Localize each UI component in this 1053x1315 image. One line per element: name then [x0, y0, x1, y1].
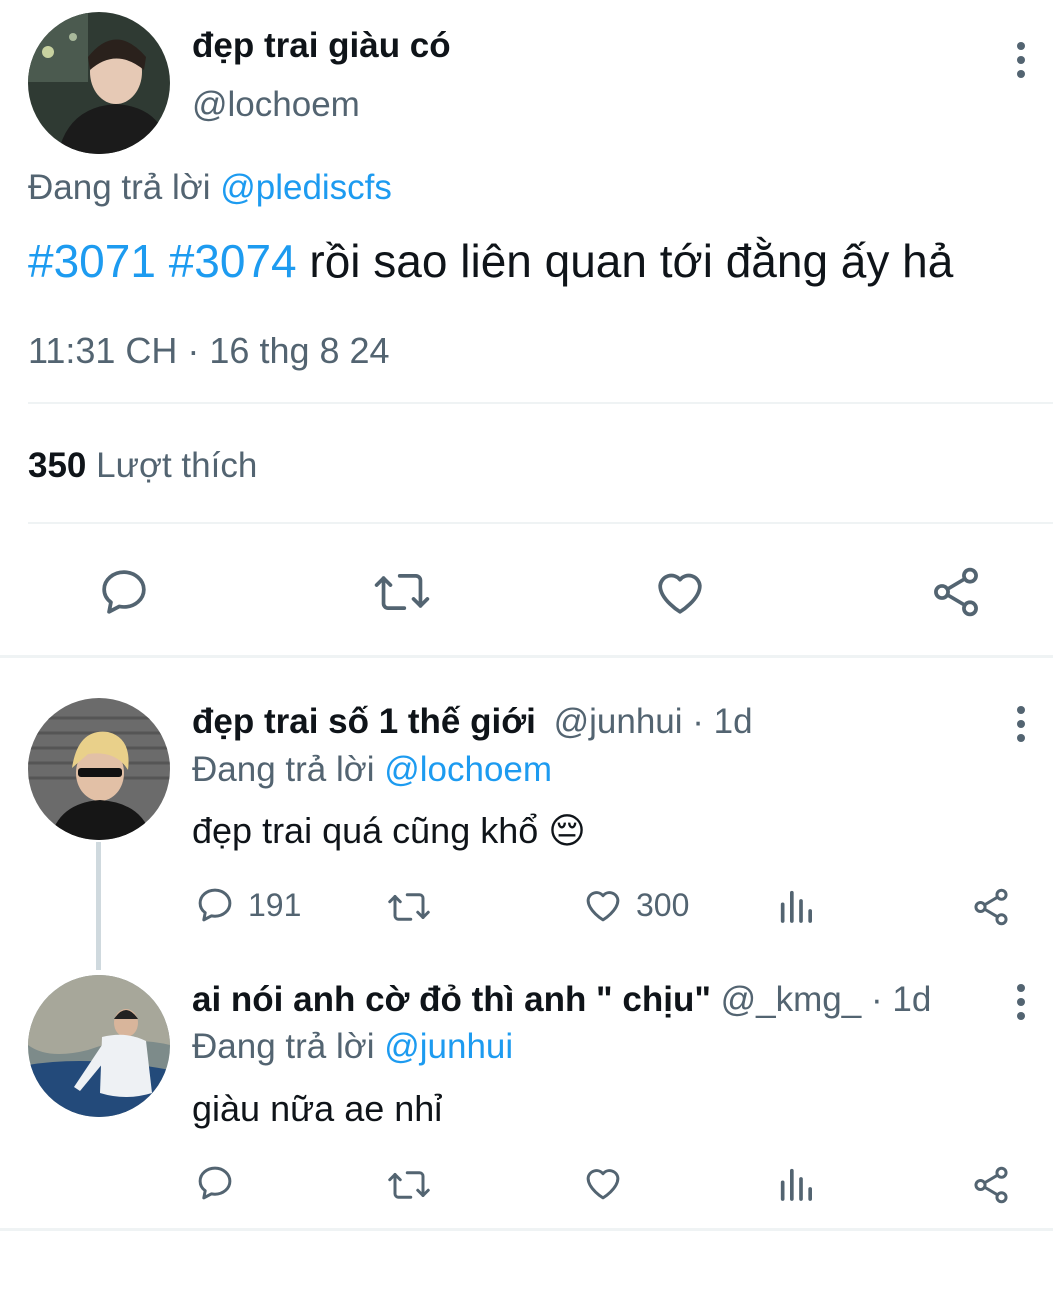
reply-author-name[interactable]: đẹp trai số 1 thế giới — [192, 702, 536, 741]
reply-text: giàu nữa ae nhỉ — [192, 1088, 443, 1129]
replying-to-link[interactable]: @plediscfs — [220, 168, 392, 207]
like-count: 300 — [636, 886, 690, 923]
replying-prefix: Đang trả lời — [192, 1027, 375, 1066]
reply-author-handle[interactable]: @junhui — [554, 702, 683, 741]
reply-count: 191 — [248, 886, 302, 923]
divider — [28, 402, 1053, 404]
replying-to-link[interactable]: @lochoem — [384, 750, 552, 789]
main-timestamp[interactable]: 11:31 CH · 16 thg 8 24 — [28, 330, 390, 372]
reply-like-button[interactable]: 300 — [582, 884, 689, 926]
main-author-name[interactable]: đẹp trai giàu có — [192, 26, 451, 66]
reply-author-avatar[interactable] — [28, 698, 170, 840]
reply-icon — [102, 570, 146, 614]
reply-author-name[interactable]: ai nói anh cờ đỏ thì anh " chịu" — [192, 980, 711, 1019]
share-icon — [974, 1166, 1008, 1204]
reply-like-button[interactable] — [582, 1162, 624, 1204]
reply-views-button[interactable] — [776, 886, 816, 926]
main-author-avatar[interactable] — [28, 12, 170, 154]
reply-comment-button[interactable]: 191 — [194, 884, 301, 926]
reply-text: đẹp trai quá cũng khổ 😔 — [192, 810, 586, 851]
main-tweet-text: #3071 #3074 rồi sao liên quan tới đằng ấ… — [28, 234, 953, 288]
reply-share-button[interactable] — [970, 886, 1012, 928]
reply-views-button[interactable] — [776, 1164, 816, 1204]
tweet-body: rồi sao liên quan tới đằng ấy hả — [309, 235, 954, 287]
thread-line — [96, 842, 101, 970]
retweet-icon — [388, 1171, 430, 1199]
replying-to-link[interactable]: @junhui — [384, 1027, 513, 1066]
reply-retweet-button[interactable] — [386, 1164, 432, 1206]
reply-time[interactable]: · 1d — [692, 702, 752, 741]
hashtag-link[interactable]: #3074 — [169, 235, 297, 287]
main-author-handle[interactable]: @lochoem — [192, 85, 360, 125]
retweet-icon — [374, 574, 430, 610]
reply-replying-line: Đang trả lời @junhui — [192, 1027, 513, 1067]
main-like-button[interactable] — [652, 564, 708, 620]
replying-prefix: Đang trả lời — [192, 750, 375, 789]
reply-header: ai nói anh cờ đỏ thì anh " chịu" @_kmg_ … — [192, 980, 931, 1020]
reply-time[interactable]: · 1d — [871, 980, 931, 1019]
reply-author-handle[interactable]: @_kmg_ — [721, 980, 862, 1019]
share-icon — [934, 567, 978, 617]
reply-replying-line: Đang trả lời @lochoem — [192, 750, 552, 790]
reply-more-options-icon[interactable] — [1013, 984, 1029, 1020]
section-divider — [0, 655, 1053, 658]
reply-share-button[interactable] — [970, 1164, 1012, 1206]
replying-prefix: Đang trả lời — [28, 168, 211, 207]
retweet-icon — [388, 893, 430, 921]
main-share-button[interactable] — [928, 564, 984, 620]
reply-retweet-button[interactable] — [386, 886, 432, 928]
reply-header: đẹp trai số 1 thế giới @junhui · 1d — [192, 702, 753, 742]
reply-more-options-icon[interactable] — [1013, 706, 1029, 742]
reply-author-avatar[interactable] — [28, 975, 170, 1117]
share-icon — [974, 888, 1008, 926]
main-retweet-button[interactable] — [372, 564, 432, 620]
heart-icon — [586, 891, 620, 922]
heart-icon — [658, 573, 702, 614]
divider — [28, 522, 1053, 524]
main-more-options-icon[interactable] — [1013, 42, 1029, 78]
section-divider — [0, 1228, 1053, 1231]
likes-count: 350 — [28, 446, 87, 485]
analytics-icon — [780, 1168, 812, 1201]
likes-label: Lượt thích — [96, 446, 258, 485]
likes-stat[interactable]: 350 Lượt thích — [28, 446, 257, 486]
hashtag-link[interactable]: #3071 — [28, 235, 156, 287]
heart-icon — [586, 1169, 620, 1200]
reply-icon — [198, 888, 232, 922]
main-reply-button[interactable] — [96, 564, 152, 620]
analytics-icon — [780, 890, 812, 923]
reply-comment-button[interactable] — [194, 1162, 236, 1204]
reply-icon — [198, 1166, 232, 1200]
main-replying-line: Đang trả lời @plediscfs — [28, 168, 392, 208]
